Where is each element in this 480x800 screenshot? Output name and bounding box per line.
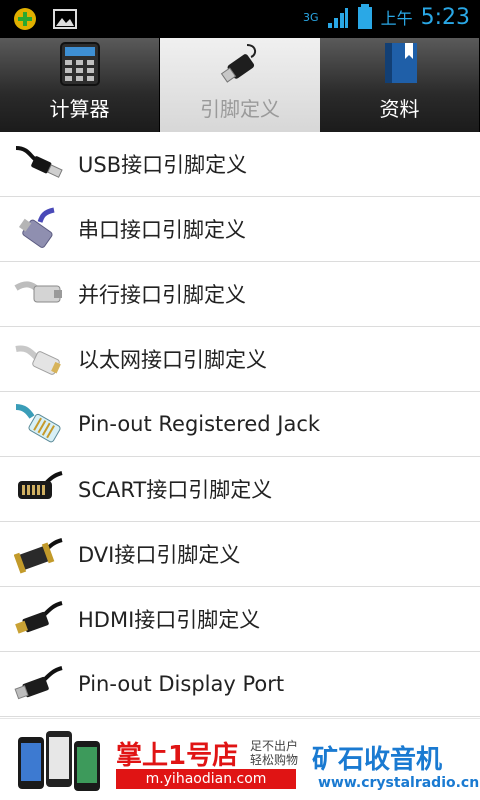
displayport-icon xyxy=(14,659,64,709)
tab-pinout-label: 引脚定义 xyxy=(200,97,280,121)
list-item-parallel[interactable]: 并行接口引脚定义 xyxy=(0,262,480,327)
book-icon xyxy=(384,43,417,83)
list-item-label: 并行接口引脚定义 xyxy=(78,283,246,307)
list-item-usb[interactable]: USB接口引脚定义 xyxy=(0,132,480,197)
tab-reference-label: 资料 xyxy=(379,97,420,121)
tab-pinout[interactable]: 引脚定义 xyxy=(160,38,320,132)
list-item-ethernet[interactable]: 以太网接口引脚定义 xyxy=(0,327,480,392)
image-notification-icon xyxy=(53,9,77,29)
status-bar: 3G 上午 5:23 xyxy=(0,0,480,38)
ad-right-url: www.crystalradio.cn xyxy=(318,775,480,791)
usb-cable-icon xyxy=(14,139,64,189)
ad-right-title: 矿石收音机 xyxy=(312,745,443,775)
serial-port-icon xyxy=(14,204,64,254)
list-item-label: DVI接口引脚定义 xyxy=(78,543,241,567)
hdmi-icon xyxy=(14,594,64,644)
tab-calculator-label: 计算器 xyxy=(49,97,110,121)
list-item-scart[interactable]: SCART接口引脚定义 xyxy=(0,457,480,522)
ethernet-icon xyxy=(14,334,64,384)
list-item-registered-jack[interactable]: Pin-out Registered Jack xyxy=(0,392,480,457)
ad-slogan: 足不出户轻松购物 xyxy=(250,739,299,767)
battery-icon xyxy=(357,4,372,29)
list-item-label: HDMI接口引脚定义 xyxy=(78,608,261,632)
list-item-dvi[interactable]: DVI接口引脚定义 xyxy=(0,522,480,587)
tab-calculator[interactable]: 计算器 xyxy=(0,38,160,132)
ad-url: m.yihaodian.com xyxy=(116,769,296,789)
tab-reference[interactable]: 资料 xyxy=(320,38,480,132)
usb-icon xyxy=(220,44,257,83)
signal-icon xyxy=(327,8,348,28)
clock: 5:23 xyxy=(420,4,470,30)
parallel-port-icon xyxy=(14,269,64,319)
list-item-serial[interactable]: 串口接口引脚定义 xyxy=(0,197,480,262)
rj-jack-icon xyxy=(14,399,64,449)
ad-banner[interactable]: 掌上1号店 足不出户轻松购物 m.yihaodian.com 矿石收音机 www… xyxy=(0,718,480,800)
list-item-hdmi[interactable]: HDMI接口引脚定义 xyxy=(0,587,480,652)
pinout-list: USB接口引脚定义 串口接口引脚定义 并行接口引脚定义 以太网接口引脚定义 Pi… xyxy=(0,132,480,717)
dvi-icon xyxy=(14,529,64,579)
network-type-label: 3G xyxy=(303,10,319,24)
list-item-label: USB接口引脚定义 xyxy=(78,153,248,177)
list-item-label: Pin-out Display Port xyxy=(78,672,285,696)
list-item-displayport[interactable]: Pin-out Display Port xyxy=(0,652,480,717)
calculator-icon xyxy=(59,42,100,86)
scart-icon xyxy=(14,464,64,514)
ad-brand-title: 掌上1号店 xyxy=(116,741,239,771)
list-item-label: 串口接口引脚定义 xyxy=(78,218,246,242)
app-notification-icon xyxy=(14,8,36,30)
list-item-label: SCART接口引脚定义 xyxy=(78,478,273,502)
ampm-label: 上午 xyxy=(380,9,413,28)
list-item-label: 以太网接口引脚定义 xyxy=(78,348,267,372)
list-item-label: Pin-out Registered Jack xyxy=(78,412,321,436)
phones-image xyxy=(18,731,100,791)
tab-bar: 计算器 引脚定义 资料 xyxy=(0,38,480,132)
